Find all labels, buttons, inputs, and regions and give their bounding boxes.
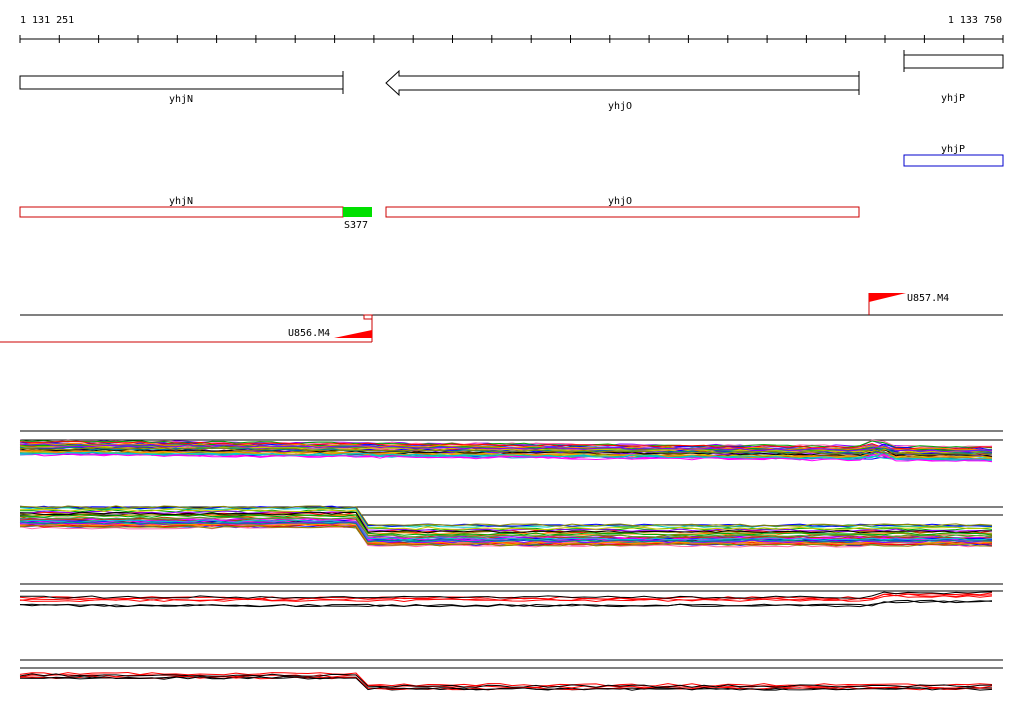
panel-2-profiles — [19, 505, 993, 548]
gene-yhjO[interactable]: yhjO — [385, 69, 860, 112]
expression-panel-4 — [19, 659, 1003, 691]
gene-yhjP-box — [903, 54, 1004, 69]
red-gene-yhjN[interactable]: yhjN — [19, 196, 344, 218]
expression-panel-3 — [19, 583, 1003, 608]
gene-yhjN-arrow — [19, 75, 344, 90]
gene-yhjN-label: yhjN — [169, 94, 193, 105]
red-gene-yhjN-label: yhjN — [169, 196, 193, 207]
segment-S377[interactable]: S377 — [343, 207, 372, 231]
gene-yhjO-label: yhjO — [608, 101, 632, 112]
coordinate-ruler: 1 131 251 1 133 750 — [19, 15, 1004, 43]
expression-panel-1 — [19, 430, 1003, 463]
expression-profile-line — [19, 673, 993, 688]
tu-U856-M4[interactable]: U856.M4 — [0, 314, 373, 343]
red-gene-yhjN-box — [19, 206, 344, 218]
tu-U856-label: U856.M4 — [288, 328, 330, 339]
red-gene-yhjO-label: yhjO — [608, 196, 632, 207]
gene-yhjP[interactable]: yhjP — [903, 50, 1004, 104]
segment-S377-box — [343, 207, 372, 217]
panel-3-profiles — [19, 591, 993, 608]
gene-yhjN[interactable]: yhjN — [19, 71, 344, 105]
segment-S377-label: S377 — [344, 220, 368, 231]
gene-yhjO-arrow — [385, 69, 860, 97]
transcription-unit-track: U857.M4 U856.M4 — [0, 293, 1003, 343]
tu-U856-tip — [363, 314, 373, 320]
red-gene-track: yhjN S377 yhjO — [19, 196, 860, 231]
gene-yhjP-label: yhjP — [941, 93, 965, 104]
panel-1-profiles — [19, 439, 993, 463]
blue-gene-yhjP[interactable]: yhjP — [903, 144, 1004, 167]
red-gene-yhjO[interactable]: yhjO — [385, 196, 860, 218]
annotated-gene-track: yhjN yhjO yhjP — [19, 50, 1004, 112]
tu-U857-flag — [869, 293, 906, 302]
tu-U856-flag — [334, 330, 372, 338]
ruler-start-label: 1 131 251 — [20, 15, 74, 26]
red-gene-yhjO-box — [385, 206, 860, 218]
blue-gene-yhjP-label: yhjP — [941, 144, 965, 155]
blue-gene-yhjP-box — [903, 154, 1004, 167]
ruler-end-label: 1 133 750 — [948, 15, 1002, 26]
tu-U857-M4[interactable]: U857.M4 — [868, 293, 949, 315]
blue-gene-track: yhjP — [903, 144, 1004, 167]
expression-panel-2 — [19, 505, 1003, 548]
panel-4-profiles — [19, 671, 993, 691]
tu-U857-label: U857.M4 — [907, 293, 949, 304]
genome-browser-view: 1 131 251 1 133 750 yhjN yhjO yhjP yhjP — [0, 15, 1004, 691]
